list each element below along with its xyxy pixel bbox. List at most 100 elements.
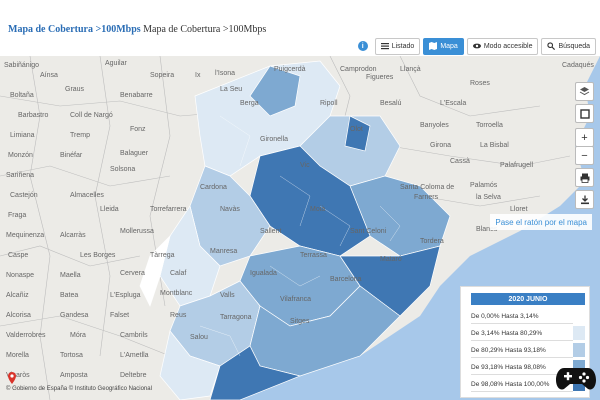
legend-row: De 80,29% Hasta 93,18% xyxy=(471,343,573,358)
download-icon xyxy=(580,195,589,204)
place-label: Torrefarrera xyxy=(150,206,187,213)
mapa-label: Mapa xyxy=(440,42,458,50)
info-icon[interactable]: i xyxy=(357,41,368,51)
legend-label: De 93,18% Hasta 98,08% xyxy=(471,363,546,371)
place-label: Almacelles xyxy=(70,192,104,199)
place-label: Mequinenza xyxy=(6,232,45,239)
place-label: Les Borges xyxy=(80,252,116,259)
place-label: Ripoll xyxy=(320,100,338,107)
place-label: Alcañiz xyxy=(6,292,29,299)
place-label: Binéfar xyxy=(60,152,83,159)
list-icon xyxy=(380,43,389,50)
place-label: Batea xyxy=(60,292,79,299)
modo-accesible-button[interactable]: Modo accesible xyxy=(466,37,539,55)
hover-hint: Pase el ratón por el mapa xyxy=(490,214,592,230)
place-label: Aguilar xyxy=(105,60,127,67)
legend-row: De 3,14% Hasta 80,29% xyxy=(471,326,573,341)
place-label: Mataró xyxy=(380,256,402,263)
place-label: Manresa xyxy=(210,248,238,255)
fullscreen-button[interactable] xyxy=(575,104,594,123)
place-label: Barbastro xyxy=(18,112,49,119)
listado-label: Listado xyxy=(391,42,415,50)
location-pin-icon xyxy=(8,372,16,384)
place-label: Gandesa xyxy=(60,312,89,319)
layers-button[interactable] xyxy=(575,82,594,101)
place-label: Sant Celoni xyxy=(350,228,387,235)
place-label: Berga xyxy=(240,100,259,107)
breadcrumb-link[interactable]: Mapa de Cobertura >100Mbps xyxy=(8,24,141,35)
place-label: Navàs xyxy=(220,206,240,213)
page-header: Mapa de Cobertura >100Mbps Mapa de Cober… xyxy=(0,0,600,56)
place-label: Aínsa xyxy=(40,72,58,79)
place-label: Besalú xyxy=(380,100,402,107)
place-label: Llançà xyxy=(400,66,421,73)
legend-swatch xyxy=(573,343,585,357)
place-label: Caspe xyxy=(8,252,29,259)
place-label: Barcelona xyxy=(330,276,362,283)
zoom-in-button[interactable]: + xyxy=(575,128,594,147)
place-label: Vic xyxy=(300,162,310,169)
place-label: Sallent xyxy=(260,228,282,235)
print-button[interactable] xyxy=(575,168,594,187)
place-label: Tortosa xyxy=(60,352,83,359)
coverage-map[interactable]: Sabiñánigo Aguilar Aínsa Sopeira Ix l'Is… xyxy=(0,56,600,400)
place-label: La Bisbal xyxy=(480,142,509,149)
place-label: Salou xyxy=(190,334,208,341)
place-label: la Selva xyxy=(476,194,501,201)
view-toolbar: i Listado Mapa Modo accesible Búsqueda xyxy=(357,37,596,55)
place-label: Tarragona xyxy=(220,314,252,321)
busqueda-label: Búsqueda xyxy=(558,42,590,50)
layers-icon xyxy=(579,87,590,96)
legend-label: De 3,14% Hasta 80,29% xyxy=(471,329,543,337)
place-label: Graus xyxy=(65,86,85,93)
place-label: Monzón xyxy=(8,152,33,159)
download-button[interactable] xyxy=(575,190,594,209)
place-label: Terrassa xyxy=(300,252,327,259)
place-label: Alcarràs xyxy=(60,232,86,239)
place-label: l'Isona xyxy=(215,70,236,77)
place-label: Fraga xyxy=(8,212,27,219)
place-label: Vilafranca xyxy=(280,296,312,303)
place-label: Ix xyxy=(195,72,201,79)
place-label: Mollerussa xyxy=(120,228,154,235)
place-label: Sopeira xyxy=(150,72,175,79)
mapa-button[interactable]: Mapa xyxy=(423,37,464,55)
legend-label: De 98,08% Hasta 100,00% xyxy=(471,380,550,388)
legend-row: De 0,00% Hasta 3,14% xyxy=(471,309,573,324)
place-label: La Seu xyxy=(220,86,243,93)
place-label: Lleida xyxy=(100,206,119,213)
place-label: Móra xyxy=(70,332,86,339)
place-label: Girona xyxy=(430,142,452,149)
place-label: Olot xyxy=(350,126,363,133)
place-label: Puigcerdà xyxy=(274,66,306,73)
place-label: Nonaspe xyxy=(6,272,35,279)
legend-label: De 80,29% Hasta 93,18% xyxy=(471,346,546,354)
busqueda-button[interactable]: Búsqueda xyxy=(541,37,596,55)
zoom-out-button[interactable]: − xyxy=(575,146,594,165)
place-label: Tàrrega xyxy=(150,252,175,259)
map-attribution: © Gobierno de España © Instituto Geográf… xyxy=(6,386,152,392)
place-label: Cassà xyxy=(450,158,470,165)
place-label: Santa Coloma de xyxy=(400,184,455,191)
place-label: Valls xyxy=(220,292,235,299)
place-label: L'Ametlla xyxy=(120,352,149,359)
place-label: L'Escala xyxy=(440,100,467,107)
place-label: Moià xyxy=(310,206,326,213)
place-label: Lloret xyxy=(510,206,528,213)
gamepad-icon[interactable] xyxy=(556,362,596,392)
place-label: Boltaña xyxy=(10,92,34,99)
place-label: Igualada xyxy=(250,270,277,277)
place-label: Gironella xyxy=(260,136,289,143)
place-label: Alcorisa xyxy=(6,312,31,319)
place-label: Tordera xyxy=(420,238,444,245)
place-label: Figueres xyxy=(366,74,394,81)
place-label: Coll de Nargó xyxy=(70,112,113,119)
breadcrumb: Mapa de Cobertura >100Mbps Mapa de Cober… xyxy=(8,24,266,35)
fullscreen-icon xyxy=(579,108,590,119)
listado-button[interactable]: Listado xyxy=(374,37,421,55)
modo-accesible-label: Modo accesible xyxy=(483,42,533,50)
print-icon xyxy=(580,173,589,183)
search-icon xyxy=(547,42,556,50)
place-label: Deltebre xyxy=(120,372,147,379)
place-label: Valderrobres xyxy=(6,332,46,339)
